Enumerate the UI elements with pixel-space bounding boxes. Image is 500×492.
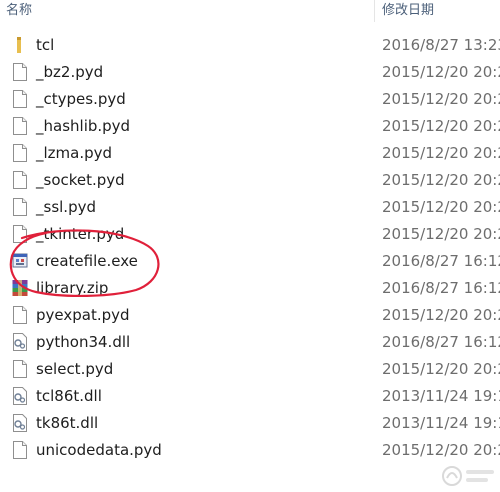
dll-icon <box>12 387 28 405</box>
file-date-modified: 2016/8/27 16:12 <box>382 252 500 270</box>
file-date-modified: 2016/8/27 16:12 <box>382 279 500 297</box>
file-name: _ctypes.pyd <box>36 90 126 108</box>
file-row[interactable]: select.pyd 2015/12/20 20:2 <box>0 356 500 383</box>
file-row[interactable]: library.zip 2016/8/27 16:12 <box>0 275 500 302</box>
file-icon <box>12 117 28 135</box>
file-date-modified: 2016/8/27 13:23 <box>382 36 500 54</box>
file-row[interactable]: _socket.pyd 2015/12/20 20:2 <box>0 167 500 194</box>
file-name: library.zip <box>36 279 109 297</box>
file-icon <box>12 63 28 81</box>
file-row[interactable]: unicodedata.pyd 2015/12/20 20:2 <box>0 437 500 464</box>
dll-icon <box>12 414 28 432</box>
file-date-modified: 2013/11/24 19:1 <box>382 414 500 432</box>
file-explorer-window: 名称 修改日期 tcl 2016/8/27 13:23 _bz2.pyd 2015/1… <box>0 0 500 492</box>
file-name: _ssl.pyd <box>36 198 96 216</box>
file-row[interactable]: tk86t.dll 2013/11/24 19:1 <box>0 410 500 437</box>
file-row[interactable]: _ctypes.pyd 2015/12/20 20:2 <box>0 86 500 113</box>
file-icon <box>12 171 28 189</box>
file-date-modified: 2015/12/20 20:2 <box>382 441 500 459</box>
file-row[interactable]: _lzma.pyd 2015/12/20 20:2 <box>0 140 500 167</box>
column-header: 名称 修改日期 <box>0 0 500 22</box>
file-icon <box>12 90 28 108</box>
file-icon <box>12 225 28 243</box>
exe-icon <box>12 252 28 270</box>
file-list: tcl 2016/8/27 13:23 _bz2.pyd 2015/12/20 20:… <box>0 32 500 464</box>
file-name: _socket.pyd <box>36 171 125 189</box>
dll-icon <box>12 333 28 351</box>
file-name: tcl86t.dll <box>36 387 102 405</box>
column-divider[interactable] <box>374 0 375 22</box>
file-date-modified: 2015/12/20 20:2 <box>382 198 500 216</box>
file-name: tcl <box>36 36 55 54</box>
file-date-modified: 2015/12/20 20:2 <box>382 144 500 162</box>
file-row[interactable]: _tkinter.pyd 2015/12/20 20:2 <box>0 221 500 248</box>
file-name: pyexpat.pyd <box>36 306 130 324</box>
file-date-modified: 2015/12/20 20:2 <box>382 90 500 108</box>
file-name: unicodedata.pyd <box>36 441 162 459</box>
file-row[interactable]: _ssl.pyd 2015/12/20 20:2 <box>0 194 500 221</box>
zip-archive-icon <box>12 279 28 297</box>
file-date-modified: 2015/12/20 20:2 <box>382 360 500 378</box>
file-date-modified: 2015/12/20 20:2 <box>382 117 500 135</box>
column-header-date-modified[interactable]: 修改日期 <box>382 0 500 22</box>
file-name: python34.dll <box>36 333 131 351</box>
file-date-modified: 2015/12/20 20:2 <box>382 225 500 243</box>
file-name: _lzma.pyd <box>36 144 113 162</box>
file-name: tk86t.dll <box>36 414 99 432</box>
file-date-modified: 2015/12/20 20:2 <box>382 306 500 324</box>
folder-icon <box>12 36 28 54</box>
file-row[interactable]: tcl 2016/8/27 13:23 <box>0 32 500 59</box>
file-date-modified: 2013/11/24 19:1 <box>382 387 500 405</box>
file-name: select.pyd <box>36 360 114 378</box>
file-date-modified: 2015/12/20 20:2 <box>382 63 500 81</box>
column-header-name[interactable]: 名称 <box>6 0 366 22</box>
file-icon <box>12 144 28 162</box>
file-name: _bz2.pyd <box>36 63 104 81</box>
file-icon <box>12 198 28 216</box>
file-row[interactable]: _bz2.pyd 2015/12/20 20:2 <box>0 59 500 86</box>
file-icon <box>12 306 28 324</box>
file-name: _hashlib.pyd <box>36 117 131 135</box>
file-date-modified: 2015/12/20 20:2 <box>382 171 500 189</box>
file-name: _tkinter.pyd <box>36 225 125 243</box>
file-row[interactable]: createfile.exe 2016/8/27 16:12 <box>0 248 500 275</box>
watermark-logo <box>442 466 494 486</box>
file-row[interactable]: tcl86t.dll 2013/11/24 19:1 <box>0 383 500 410</box>
file-date-modified: 2016/8/27 16:12 <box>382 333 500 351</box>
file-row[interactable]: _hashlib.pyd 2015/12/20 20:2 <box>0 113 500 140</box>
file-icon <box>12 360 28 378</box>
file-row[interactable]: python34.dll 2016/8/27 16:12 <box>0 329 500 356</box>
file-icon <box>12 441 28 459</box>
file-name: createfile.exe <box>36 252 138 270</box>
file-row[interactable]: pyexpat.pyd 2015/12/20 20:2 <box>0 302 500 329</box>
